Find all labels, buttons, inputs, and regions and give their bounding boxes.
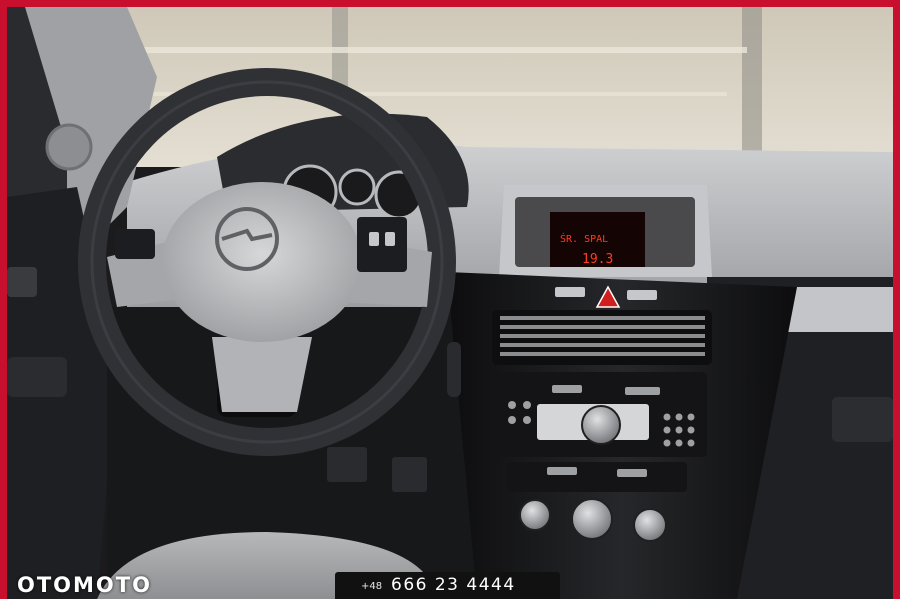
dashboard-photo: ŚR. SPAL 19.3 — [7, 7, 893, 599]
windshield-frame-reflection — [742, 7, 762, 152]
side-vent — [7, 267, 37, 297]
airflow-knob — [633, 508, 667, 542]
button-esp — [627, 290, 657, 300]
photo-frame: ŚR. SPAL 19.3 OTOMOTO — [0, 0, 900, 599]
fuel-gauge — [338, 168, 376, 206]
otomoto-watermark: OTOMOTO — [17, 573, 152, 597]
glovebox-handle — [832, 397, 893, 442]
car-key — [447, 342, 461, 397]
display-line-2: 19.3 — [582, 252, 613, 267]
phone-number[interactable]: 666 23 4444 — [391, 575, 516, 595]
radio-unit — [497, 372, 707, 457]
center-air-vent — [492, 310, 712, 365]
phone-country-code: +48 — [361, 581, 383, 592]
button-lock — [555, 287, 585, 297]
door-handle-area — [7, 357, 67, 397]
volume-knob — [581, 405, 621, 445]
temperature-knob — [571, 498, 613, 540]
brake-pedal — [327, 447, 367, 482]
fan-knob — [519, 499, 551, 531]
accelerator-pedal — [392, 457, 427, 492]
left-wheel-buttons — [115, 229, 155, 259]
right-wheel-buttons — [357, 217, 407, 272]
contact-phone-bar[interactable]: +48 666 23 4444 — [335, 572, 560, 599]
display-line-1: ŚR. SPAL — [560, 232, 608, 245]
airbag-cover — [162, 182, 362, 342]
tweeter-speaker — [45, 123, 93, 171]
